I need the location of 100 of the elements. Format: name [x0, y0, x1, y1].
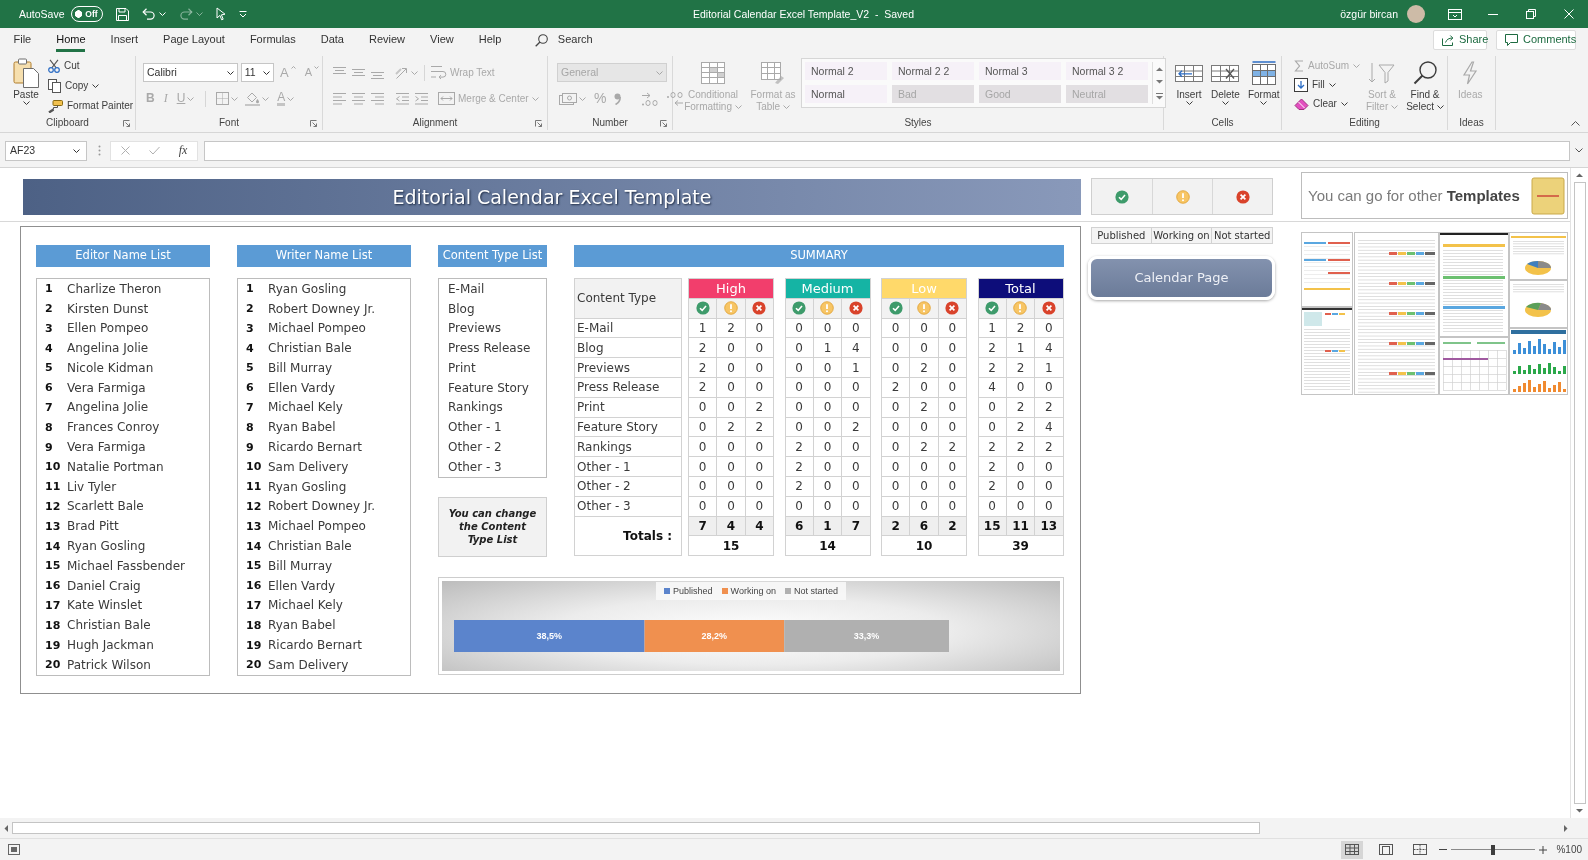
scrollbar-thumb[interactable] — [12, 822, 1260, 834]
scroll-left-icon[interactable] — [4, 824, 8, 832]
table-cell: 0 — [841, 377, 870, 398]
table-cell: 0 — [938, 357, 967, 378]
writer-name: Sam Delivery — [268, 459, 349, 475]
dialog-launcher-icon[interactable] — [123, 119, 130, 127]
comments-button[interactable]: Comments — [1496, 30, 1576, 50]
check-circle-icon — [888, 301, 903, 316]
ribbon-tab[interactable]: Data — [308, 28, 357, 52]
copy-button[interactable]: Copy — [46, 76, 136, 96]
zoom-slider-thumb[interactable] — [1491, 844, 1496, 855]
table-cell: 2 — [785, 456, 814, 477]
logo-icon[interactable] — [1531, 176, 1565, 215]
cut-button[interactable]: Cut — [46, 56, 136, 76]
row-number: 10 — [246, 460, 262, 474]
ribbon-tab[interactable]: Formulas — [237, 28, 309, 52]
normal-view-icon — [1345, 844, 1360, 855]
dialog-launcher-icon[interactable] — [535, 119, 542, 127]
close-icon[interactable] — [1564, 9, 1574, 19]
autosave-toggle[interactable]: Off — [70, 6, 103, 22]
font-size-field[interactable]: 11 — [240, 63, 274, 82]
vertical-scrollbar[interactable] — [1570, 168, 1588, 818]
undo-icon[interactable] — [141, 8, 156, 20]
row-number: 6 — [246, 381, 254, 395]
customize-icon[interactable] — [238, 10, 247, 18]
row-number: 3 — [45, 321, 53, 336]
minimize-icon[interactable] — [1488, 13, 1498, 15]
scroll-up-icon[interactable] — [1155, 66, 1163, 71]
font-name-field[interactable]: Calibri — [143, 63, 238, 82]
row-number: 15 — [45, 559, 61, 573]
ribbon-tab[interactable]: Help — [466, 28, 514, 52]
templates-promo-panel[interactable]: You can go for other Templates — [1301, 172, 1568, 219]
paste-button[interactable]: Paste — [10, 56, 42, 116]
table-cell: 0 — [1006, 476, 1035, 497]
table-cell: 4 — [978, 377, 1007, 398]
table-cell: 2 — [1034, 397, 1063, 418]
ribbon-tab[interactable]: File — [1, 28, 44, 52]
scroll-down-icon[interactable] — [1576, 809, 1583, 813]
search-button[interactable]: Search — [530, 28, 597, 52]
format-button[interactable]: Format — [1244, 56, 1283, 116]
content-type-item: Print — [448, 360, 476, 376]
insert-button[interactable]: Insert — [1172, 56, 1206, 116]
row-number: 11 — [45, 480, 61, 494]
delete-button[interactable]: Delete — [1208, 56, 1243, 116]
more-styles-icon[interactable] — [1155, 92, 1163, 100]
ribbon-tab[interactable]: Insert — [98, 28, 151, 52]
ribbon-tab[interactable]: View — [417, 28, 467, 52]
restore-icon[interactable] — [1526, 9, 1536, 19]
ribbon-tab[interactable]: Review — [356, 28, 418, 52]
table-cell: 0 — [1034, 496, 1063, 517]
ribbon-tab[interactable]: Page Layout — [150, 28, 238, 52]
share-button[interactable]: Share — [1433, 30, 1487, 50]
table-cell: 0 — [1034, 476, 1063, 497]
table-cell: 1 — [813, 337, 842, 358]
fill-button[interactable]: Fill — [1292, 75, 1362, 94]
formula-input[interactable] — [204, 140, 1570, 161]
table-cell: 0 — [881, 476, 910, 497]
cell-style-option[interactable]: Normal 3 2 — [1066, 62, 1148, 80]
collapse-ribbon-icon[interactable] — [1571, 121, 1580, 126]
save-icon[interactable] — [115, 7, 129, 21]
row-number: 13 — [45, 519, 61, 534]
caret-icon — [1328, 82, 1336, 87]
caret-icon — [1260, 101, 1268, 105]
ribbon-display-options-icon[interactable] — [1448, 8, 1462, 20]
pointer-icon[interactable] — [215, 7, 226, 21]
scroll-down-icon[interactable] — [1155, 79, 1163, 84]
name-box[interactable]: AF23 — [5, 140, 87, 161]
clear-button[interactable]: Clear — [1292, 94, 1362, 113]
template-previews-drawing[interactable] — [1301, 232, 1568, 395]
editor-name: Liv Tyler — [67, 479, 117, 495]
dialog-launcher-icon[interactable] — [660, 119, 667, 127]
enter-icon[interactable] — [148, 146, 160, 155]
row-number: 12 — [45, 500, 61, 514]
cancel-icon[interactable] — [120, 146, 130, 155]
x-circle-icon — [848, 301, 863, 316]
editor-name: Brad Pitt — [67, 519, 119, 534]
cell-style-option[interactable]: Normal 3 — [979, 62, 1061, 80]
cell-style-option[interactable]: Normal 2 2 — [892, 62, 974, 80]
avatar-icon[interactable] — [1407, 5, 1425, 23]
group-label: Styles — [904, 117, 932, 129]
dialog-launcher-icon[interactable] — [310, 119, 317, 127]
table-cell: 2 — [1034, 436, 1063, 457]
insert-function-button[interactable]: fx — [178, 143, 188, 158]
table-cell: 0 — [785, 318, 814, 338]
cell-style-option[interactable]: Normal 2 — [805, 62, 887, 80]
table-cell: 0 — [813, 318, 842, 338]
format-painter-button[interactable]: Format Painter — [46, 96, 136, 116]
scrollbar-thumb[interactable] — [1573, 182, 1586, 804]
scroll-up-icon[interactable] — [1576, 173, 1583, 177]
find-select-button[interactable]: Find & Select — [1402, 56, 1448, 116]
view-button[interactable] — [1341, 840, 1364, 859]
sheet-status-icon[interactable] — [8, 844, 20, 855]
cell-style-option[interactable]: Normal — [805, 85, 887, 103]
scroll-right-icon[interactable] — [1564, 824, 1568, 832]
expand-formula-bar-icon[interactable] — [1575, 148, 1583, 153]
align-middle-icon — [351, 66, 366, 79]
drag-handle-icon[interactable] — [98, 145, 101, 156]
priority-header: Low — [881, 278, 967, 299]
row-number: 7 — [45, 401, 53, 415]
zoom-in-icon[interactable] — [1539, 845, 1548, 854]
